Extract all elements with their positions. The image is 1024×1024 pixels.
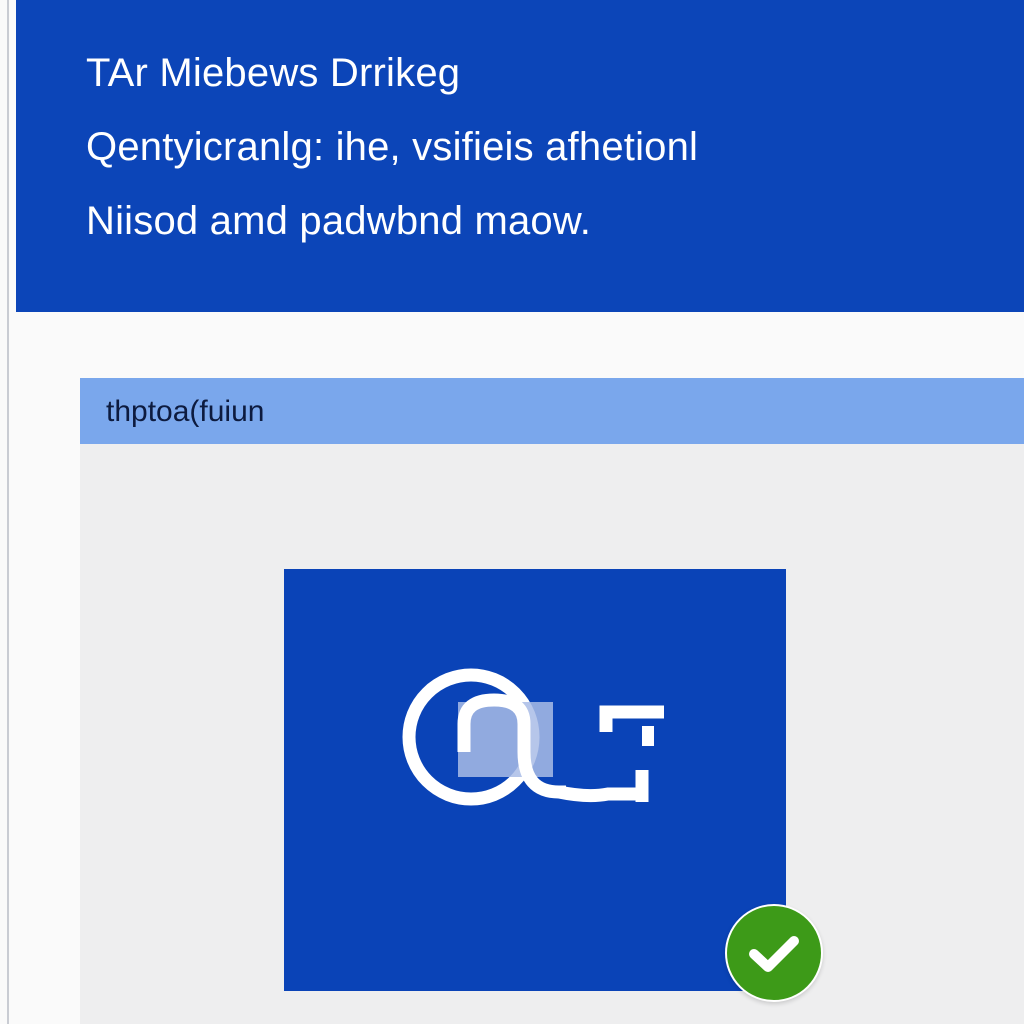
panel-title: thptoa(fuiun bbox=[106, 395, 265, 428]
header-description-line: Qentyicranlg: ihe, vsifieis afhetionl bbox=[86, 125, 699, 169]
header-banner: TAr Miebews Drrikeg Qentyicranlg: ihe, v… bbox=[16, 0, 1024, 312]
success-check-badge bbox=[725, 904, 823, 1002]
left-divider bbox=[7, 0, 9, 1024]
page: TAr Miebews Drrikeg Qentyicranlg: ihe, v… bbox=[0, 0, 1024, 1024]
preview-panel: thptoa(fuiun bbox=[80, 378, 1024, 1024]
preview-tile[interactable] bbox=[284, 569, 786, 991]
header-description-line-2: Niisod amd padwbnd maow. bbox=[86, 199, 592, 243]
checkmark-icon bbox=[749, 936, 799, 972]
panel-header: thptoa(fuiun bbox=[80, 378, 1024, 444]
page-title: TAr Miebews Drrikeg bbox=[86, 51, 461, 95]
brand-logo-icon bbox=[402, 668, 664, 806]
